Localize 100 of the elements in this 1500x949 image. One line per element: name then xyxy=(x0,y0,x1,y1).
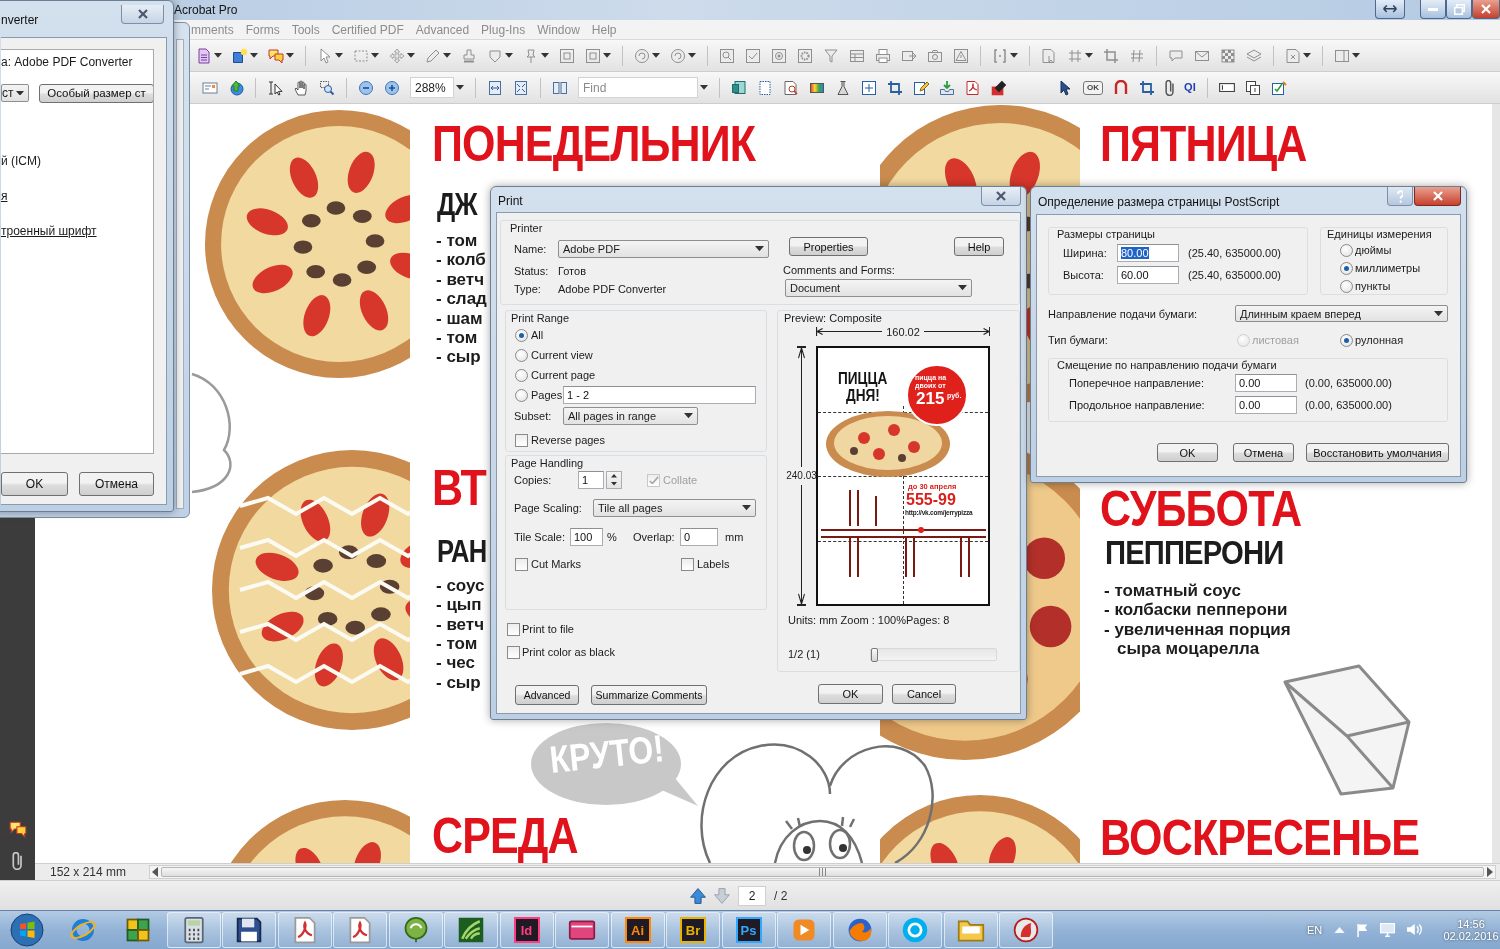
page-pencil-icon[interactable] xyxy=(913,79,929,96)
radio-button[interactable] xyxy=(1340,279,1353,293)
spinner[interactable] xyxy=(606,471,622,489)
tool-button[interactable]: OK xyxy=(1083,80,1103,95)
edit-checkbox-icon[interactable] xyxy=(1270,79,1287,96)
table-icon[interactable] xyxy=(849,47,865,64)
hand-icon[interactable] xyxy=(293,79,309,96)
caret-icon[interactable] xyxy=(16,90,24,96)
taskbar-button[interactable] xyxy=(222,912,276,948)
hash-icon[interactable] xyxy=(1129,47,1145,64)
checkered-icon[interactable] xyxy=(1220,47,1236,64)
caret-icon[interactable] xyxy=(443,53,451,58)
help-button[interactable] xyxy=(1387,187,1413,206)
window-button[interactable] xyxy=(1375,0,1405,19)
frame-icon[interactable] xyxy=(559,47,575,64)
checkbox[interactable] xyxy=(515,433,528,447)
warning-icon[interactable] xyxy=(953,47,969,64)
layers-icon[interactable] xyxy=(1246,47,1262,64)
checkbox[interactable] xyxy=(681,557,694,571)
document-star-icon[interactable] xyxy=(232,47,248,64)
radio-icon[interactable] xyxy=(771,47,787,64)
page-magnifier-icon[interactable] xyxy=(783,79,799,96)
zoom-marquee-icon[interactable] xyxy=(319,79,335,96)
taskbar-button[interactable]: Br xyxy=(666,912,720,948)
two-pages-icon[interactable] xyxy=(552,79,568,96)
radio-button[interactable] xyxy=(515,328,528,342)
caret-icon[interactable] xyxy=(286,53,294,58)
size-field[interactable]: 80.00 xyxy=(1117,244,1179,262)
caret-icon[interactable] xyxy=(688,53,696,58)
crop-icon[interactable] xyxy=(1139,79,1155,96)
page-number-icon[interactable] xyxy=(1244,79,1261,96)
page-slider[interactable] xyxy=(870,647,997,661)
size-field[interactable]: 60.00 xyxy=(1117,266,1179,284)
taskbar-button[interactable]: Ai xyxy=(610,912,665,948)
page-cursor-icon[interactable] xyxy=(1041,47,1057,64)
custom-size-button[interactable]: Особый размер ст xyxy=(39,83,153,103)
speech-bubbles-icon[interactable] xyxy=(8,820,27,838)
caret-icon[interactable] xyxy=(371,53,379,58)
caret-icon[interactable] xyxy=(684,413,693,419)
gear-icon[interactable] xyxy=(797,47,813,64)
dialog-button[interactable]: OK xyxy=(1,472,68,496)
stamp-icon[interactable] xyxy=(461,47,477,64)
checkbox[interactable] xyxy=(507,622,520,636)
zoom-field[interactable]: 288% xyxy=(410,77,454,98)
page-icon[interactable] xyxy=(731,79,747,96)
close-button[interactable] xyxy=(981,187,1021,206)
caret-icon[interactable] xyxy=(250,53,258,58)
radio-button[interactable] xyxy=(515,388,528,402)
close-button[interactable] xyxy=(1414,187,1461,206)
checkmark-icon[interactable] xyxy=(745,47,761,64)
radio-button[interactable] xyxy=(515,368,528,382)
checkbox[interactable] xyxy=(515,557,528,571)
feed-direction-dropdown[interactable]: Длинным краем вперед xyxy=(1235,305,1448,322)
copies-field[interactable]: 1 xyxy=(578,471,604,489)
paperclip-icon[interactable] xyxy=(1165,79,1175,96)
text-field-icon[interactable] xyxy=(1218,82,1235,93)
overlap-field[interactable]: 0 xyxy=(680,528,718,546)
horseshoe-icon[interactable] xyxy=(1113,79,1129,96)
taskbar-button[interactable]: Id xyxy=(499,912,554,948)
puzzle-icon[interactable] xyxy=(124,916,152,944)
offset-field[interactable]: 0.00 xyxy=(1235,396,1297,414)
caret-icon[interactable] xyxy=(1303,53,1311,58)
dialog-button[interactable]: OK xyxy=(818,684,883,704)
close-button[interactable] xyxy=(1472,0,1500,19)
settings-link[interactable]: троенный шрифт xyxy=(1,224,97,238)
fit-page-icon[interactable] xyxy=(513,79,529,96)
dialog-button[interactable]: Отмена xyxy=(79,472,154,496)
dialog-button[interactable]: Summarize Comments xyxy=(591,685,707,705)
checkbox[interactable] xyxy=(507,645,520,659)
crosshair-icon[interactable] xyxy=(861,79,877,96)
radio-button[interactable] xyxy=(1340,261,1353,275)
zoom-out-icon[interactable] xyxy=(358,79,374,96)
caret-icon[interactable] xyxy=(1010,53,1018,58)
dialog-button[interactable]: Advanced xyxy=(515,685,579,705)
pages-field[interactable]: 1 - 2 xyxy=(563,386,756,404)
minimize-button[interactable] xyxy=(1420,0,1446,19)
scaling-dropdown[interactable]: Tile all pages xyxy=(593,499,756,517)
start-orb-icon[interactable] xyxy=(10,913,44,947)
tile-scale-field[interactable]: 100 xyxy=(570,528,603,546)
crop-icon[interactable] xyxy=(887,79,903,96)
scroll-right-icon[interactable] xyxy=(1487,867,1493,877)
caret-icon[interactable] xyxy=(541,53,549,58)
radio-button[interactable] xyxy=(515,348,528,362)
pdf-document-icon[interactable] xyxy=(965,79,981,96)
caret-icon[interactable] xyxy=(742,505,751,511)
marker-icon[interactable] xyxy=(991,79,1007,96)
up-arrow-icon[interactable] xyxy=(690,887,706,904)
caret-icon[interactable] xyxy=(603,53,611,58)
speech-bubbles-icon[interactable] xyxy=(268,47,284,64)
caret-icon[interactable] xyxy=(958,285,967,291)
slider-thumb[interactable] xyxy=(871,647,878,662)
caret-icon[interactable] xyxy=(407,53,415,58)
flask-icon[interactable] xyxy=(835,79,851,96)
tool-button[interactable]: QI xyxy=(1184,82,1196,93)
caret-icon[interactable] xyxy=(755,246,764,252)
camera-icon[interactable] xyxy=(927,47,943,64)
subset-dropdown[interactable]: All pages in range xyxy=(563,407,698,425)
taskbar-button[interactable]: Ps xyxy=(721,912,776,948)
dialog-button[interactable]: Отмена xyxy=(1233,443,1294,462)
dialog-button[interactable]: Help xyxy=(954,237,1004,256)
